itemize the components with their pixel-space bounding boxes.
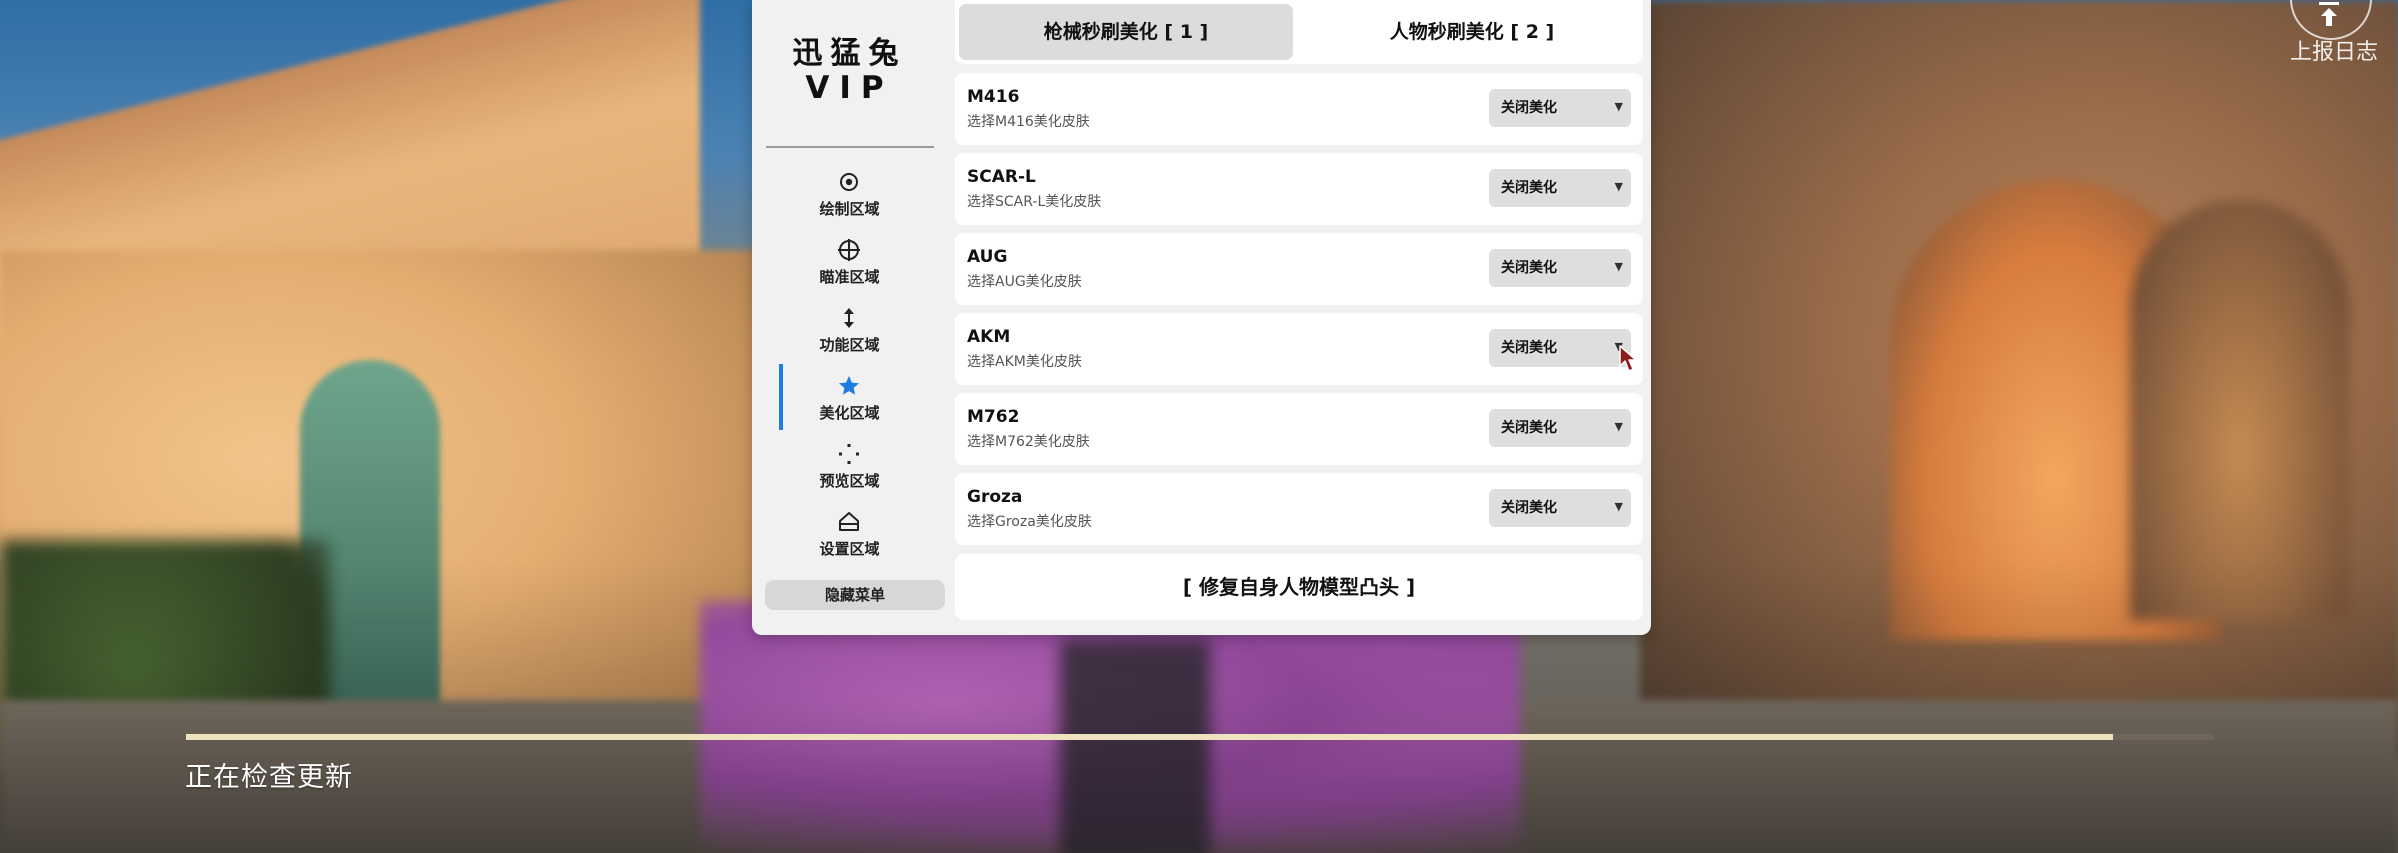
sidebar-item-label: 设置区域 [819, 540, 880, 558]
skin-select-m416[interactable]: 关闭美化 ▼ [1489, 89, 1631, 127]
skin-select-groza[interactable]: 关闭美化 ▼ [1489, 489, 1631, 527]
vertical-arrows-icon [844, 308, 854, 328]
dropdown-arrow-icon: ▼ [1614, 100, 1623, 113]
weapon-desc: 选择M762美化皮肤 [967, 434, 1090, 450]
weapon-desc: 选择Groza美化皮肤 [967, 514, 1092, 530]
weapon-row: M762 选择M762美化皮肤 关闭美化 ▼ [955, 393, 1643, 465]
update-status-text: 正在检查更新 [185, 762, 353, 793]
skin-select-aug[interactable]: 关闭美化 ▼ [1489, 249, 1631, 287]
tab-bar: 枪械秒刷美化 [ 1 ] 人物秒刷美化 [ 2 ] [955, 0, 1643, 64]
weapon-name: AUG [967, 247, 1008, 267]
weapon-name: AKM [967, 327, 1011, 347]
sidebar-item-draw[interactable]: 绘制区域 [752, 168, 947, 232]
weapon-name: Groza [967, 487, 1023, 507]
sidebar-item-label: 瞄准区域 [819, 268, 880, 286]
skin-select-value: 关闭美化 [1501, 100, 1557, 116]
weapon-row: AUG 选择AUG美化皮肤 关闭美化 ▼ [955, 233, 1643, 305]
weapon-desc: 选择AKM美化皮肤 [967, 354, 1082, 370]
sidebar-item-aim[interactable]: 瞄准区域 [752, 236, 947, 300]
dropdown-arrow-icon: ▼ [1614, 420, 1623, 433]
weapon-desc: 选择AUG美化皮肤 [967, 274, 1082, 290]
weapon-desc: 选择M416美化皮肤 [967, 114, 1090, 130]
brand-vip: VIP [805, 70, 894, 106]
skin-select-akm[interactable]: 关闭美化 ▼ [1489, 329, 1631, 367]
weapon-row: M416 选择M416美化皮肤 关闭美化 ▼ [955, 73, 1643, 145]
weapon-name: M762 [967, 407, 1020, 427]
dotted-square-icon [839, 444, 859, 464]
fix-model-button[interactable]: [ 修复自身人物模型凸头 ] [955, 554, 1643, 620]
skin-select-value: 关闭美化 [1501, 420, 1557, 436]
skin-select-value: 关闭美化 [1501, 260, 1557, 276]
skin-select-scar-l[interactable]: 关闭美化 ▼ [1489, 169, 1631, 207]
skin-select-value: 关闭美化 [1501, 500, 1557, 516]
weapon-row: SCAR-L 选择SCAR-L美化皮肤 关闭美化 ▼ [955, 153, 1643, 225]
weapon-row: AKM 选择AKM美化皮肤 关闭美化 ▼ [955, 313, 1643, 385]
skin-select-m762[interactable]: 关闭美化 ▼ [1489, 409, 1631, 447]
tab-character-skins[interactable]: 人物秒刷美化 [ 2 ] [1305, 4, 1639, 60]
upload-icon [2319, 2, 2339, 26]
skin-select-value: 关闭美化 [1501, 340, 1557, 356]
sidebar-item-preview[interactable]: 预览区域 [752, 440, 947, 504]
star-icon [839, 376, 859, 395]
skin-select-value: 关闭美化 [1501, 180, 1557, 196]
sidebar-item-label: 美化区域 [819, 404, 880, 422]
mouse-cursor-icon [1619, 345, 1637, 372]
weapon-name: M416 [967, 87, 1020, 107]
update-progress-bar [186, 734, 2214, 740]
report-log-label: 上报日志 [2289, 40, 2378, 65]
sidebar-item-label: 绘制区域 [819, 200, 880, 218]
brand-divider [766, 146, 934, 148]
report-log-button[interactable]: 上报日志 [2284, 0, 2384, 66]
target-circle-icon [840, 173, 858, 191]
tab-weapon-skins[interactable]: 枪械秒刷美化 [ 1 ] [959, 4, 1293, 60]
weapon-desc: 选择SCAR-L美化皮肤 [967, 194, 1102, 210]
sidebar-item-beautify[interactable]: 美化区域 [752, 372, 947, 436]
dropdown-arrow-icon: ▼ [1614, 500, 1623, 513]
dropdown-arrow-icon: ▼ [1614, 180, 1623, 193]
update-progress-fill [186, 734, 2113, 740]
sidebar: 迅猛兔 VIP 绘制区域 瞄准区域 功能区域 美化区域 预览区域 设置区域 隐藏… [752, 0, 947, 635]
vip-menu-panel: 迅猛兔 VIP 绘制区域 瞄准区域 功能区域 美化区域 预览区域 设置区域 隐藏… [752, 0, 1651, 635]
sidebar-item-function[interactable]: 功能区域 [752, 304, 947, 368]
brand-title: 迅猛兔 [792, 36, 907, 71]
crosshair-icon [838, 239, 860, 261]
sidebar-item-label: 功能区域 [819, 336, 880, 354]
weapon-name: SCAR-L [967, 167, 1036, 187]
weapon-row: Groza 选择Groza美化皮肤 关闭美化 ▼ [955, 473, 1643, 545]
sidebar-item-label: 预览区域 [819, 472, 880, 490]
hide-menu-button[interactable]: 隐藏菜单 [765, 580, 945, 610]
dropdown-arrow-icon: ▼ [1614, 260, 1623, 273]
home-icon [839, 512, 859, 531]
sidebar-item-settings[interactable]: 设置区域 [752, 508, 947, 572]
